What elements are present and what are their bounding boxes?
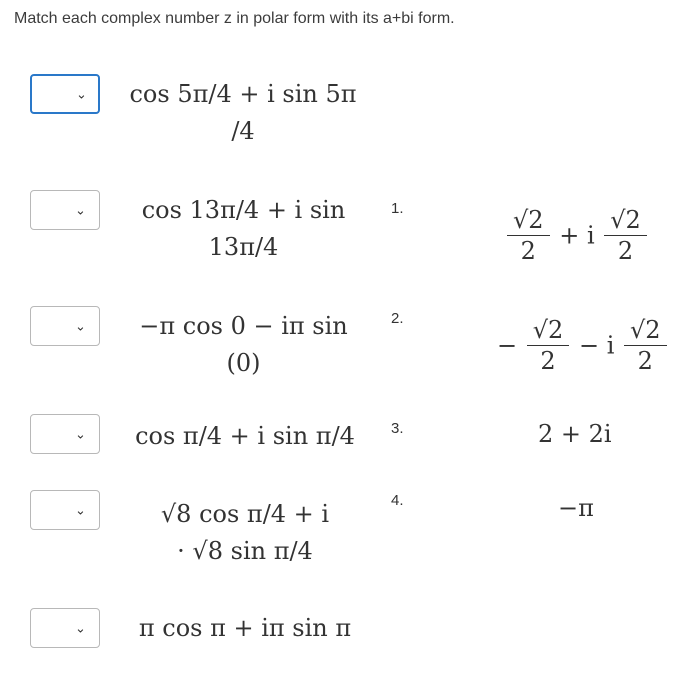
answer-4: −π (558, 494, 594, 522)
answer-number-2: 2. (391, 310, 404, 327)
match-select-6[interactable]: ⌄ (30, 608, 100, 648)
match-select-3[interactable]: ⌄ (30, 306, 100, 346)
fraction: √2 2 (507, 205, 550, 266)
fraction: √2 2 (526, 315, 570, 376)
prompt-text: Match each complex number z in polar for… (14, 10, 455, 27)
chevron-down-icon: ⌄ (75, 426, 86, 442)
match-select-1[interactable]: ⌄ (30, 74, 100, 114)
polar-expression-1: cos 5π/4 + i sin 5π /4 (128, 76, 358, 150)
denominator: 2 (617, 237, 634, 265)
polar-expression-5: √8 cos π/4 + i · √8 sin π/4 (140, 496, 350, 570)
fraction: √2 2 (624, 315, 667, 376)
expression-line: cos 13π/4 + i sin (141, 196, 346, 224)
match-select-4[interactable]: ⌄ (30, 414, 100, 454)
chevron-down-icon: ⌄ (75, 502, 86, 518)
numerator: √2 (526, 315, 570, 346)
answer-number-1: 1. (391, 200, 404, 217)
match-select-2[interactable]: ⌄ (30, 190, 100, 230)
expression-line: · √8 sin π/4 (177, 537, 313, 566)
fraction: √2 2 (604, 205, 647, 266)
denominator: 2 (637, 347, 653, 375)
operator: − i (578, 331, 615, 360)
polar-expression-6: π cos π + iπ sin π (130, 610, 360, 647)
numerator: √2 (624, 315, 667, 346)
match-select-5[interactable]: ⌄ (30, 490, 100, 530)
expression-line: cos 5π/4 + i sin 5π (129, 80, 357, 108)
answer-3: 2 + 2i (538, 420, 612, 448)
expression-line: −π cos 0 − iπ sin (139, 312, 348, 340)
answer-1: √2 2 + i √2 2 (505, 205, 649, 266)
expression-line: π cos π + iπ sin π (138, 614, 352, 642)
chevron-down-icon: ⌄ (76, 86, 87, 102)
answer-number-4: 4. (391, 492, 404, 509)
answer-number-3: 3. (391, 420, 404, 437)
numerator: √2 (604, 205, 647, 236)
expression-line: /4 (231, 117, 255, 146)
polar-expression-3: −π cos 0 − iπ sin (0) (136, 308, 351, 382)
expression-line: √8 cos π/4 + i (160, 500, 330, 528)
polar-expression-4: cos π/4 + i sin π/4 (125, 418, 365, 455)
denominator: 2 (540, 347, 556, 375)
sign: − (497, 331, 518, 360)
expression-line: 13π/4 (208, 233, 279, 262)
expression-line: cos π/4 + i sin π/4 (135, 422, 355, 450)
polar-expression-2: cos 13π/4 + i sin 13π/4 (136, 192, 351, 266)
chevron-down-icon: ⌄ (75, 620, 86, 636)
chevron-down-icon: ⌄ (75, 318, 86, 334)
expression-line: (0) (226, 349, 261, 378)
operator: + i (559, 221, 595, 250)
answer-2: − √2 2 − i √2 2 (497, 315, 669, 376)
denominator: 2 (520, 237, 536, 265)
chevron-down-icon: ⌄ (75, 202, 86, 218)
numerator: √2 (507, 205, 550, 236)
